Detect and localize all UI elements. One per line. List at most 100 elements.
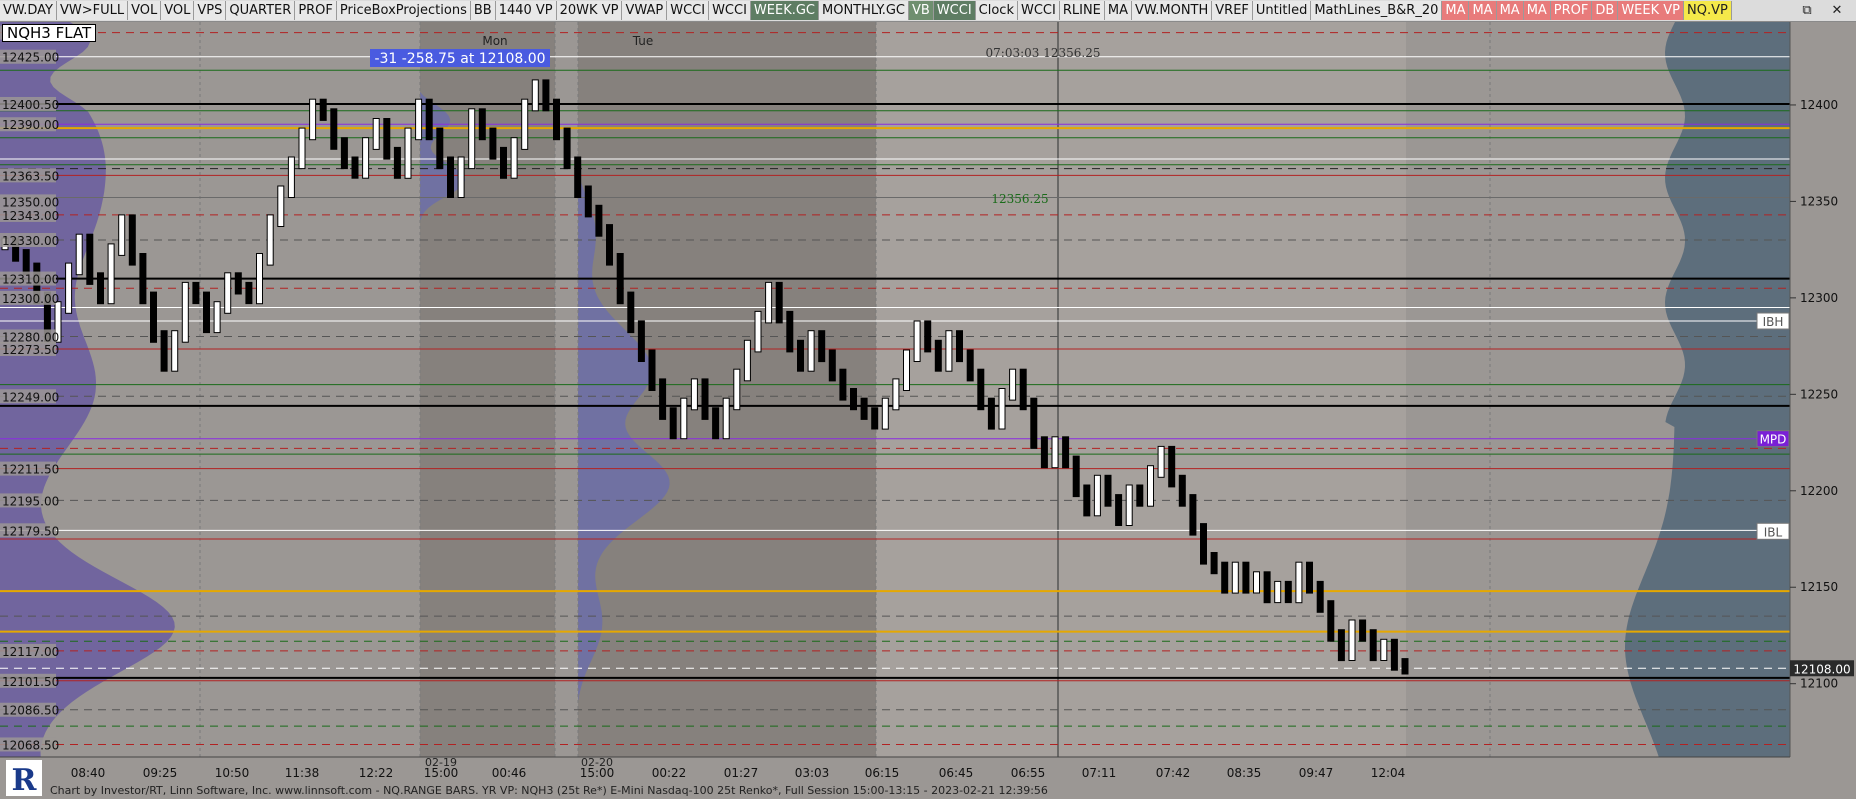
- time-axis-label: 08:35: [1227, 766, 1262, 780]
- session-header: Tue: [632, 34, 654, 48]
- toolbar-button-wcci[interactable]: WCCI: [1017, 1, 1060, 20]
- mid-annotation: 12356.25: [991, 192, 1048, 206]
- price-bar: [712, 407, 720, 440]
- price-bar: [934, 339, 942, 372]
- price-bar: [563, 127, 571, 170]
- time-axis-label: 08:40: [71, 766, 106, 780]
- toolbar-button-20wk-vp[interactable]: 20WK VP: [556, 1, 623, 20]
- toolbar-button-week-gc[interactable]: WEEK.GC: [750, 1, 819, 20]
- price-bar: [309, 98, 317, 141]
- toolbar-button-vps[interactable]: VPS: [194, 1, 227, 20]
- toolbar-button-prof[interactable]: PROF: [1550, 1, 1593, 20]
- toolbar-button-vref[interactable]: VREF: [1212, 1, 1253, 20]
- price-bar: [107, 243, 115, 305]
- price-bar: [998, 388, 1006, 430]
- left-price-label: 12249.00: [2, 390, 59, 404]
- price-bar: [1200, 523, 1207, 565]
- toolbar-button-vb[interactable]: VB: [909, 1, 934, 20]
- toolbar-button-vw-month[interactable]: VW.MONTH: [1132, 1, 1213, 20]
- investor-rt-logo-icon: R: [6, 760, 42, 796]
- toolbar-button-vol[interactable]: VOL: [128, 1, 162, 20]
- price-bar: [1401, 658, 1409, 675]
- price-bar: [606, 224, 613, 266]
- toolbar-button-ma[interactable]: MA: [1469, 1, 1497, 20]
- price-bar: [1136, 484, 1144, 507]
- right-tag-label: IBH: [1763, 315, 1784, 329]
- price-bar: [1083, 484, 1091, 517]
- toolbar-button-vwap[interactable]: VWAP: [622, 1, 668, 20]
- toolbar-button-bb[interactable]: BB: [470, 1, 496, 20]
- toolbar-button-week-vp[interactable]: WEEK VP: [1618, 1, 1684, 20]
- price-bar: [553, 98, 560, 141]
- toolbar-button-priceboxprojections[interactable]: PriceBoxProjections: [336, 1, 471, 20]
- toolbar-button-clock[interactable]: Clock: [975, 1, 1018, 20]
- time-axis-label: 01:27: [724, 766, 759, 780]
- price-bar: [1189, 494, 1197, 536]
- left-price-label: 12179.50: [2, 524, 59, 538]
- price-bar: [839, 368, 847, 401]
- price-bar: [86, 233, 94, 285]
- price-bar: [945, 330, 953, 372]
- price-bar: [277, 185, 285, 227]
- price-bar: [266, 214, 274, 266]
- toolbar-button-untitled[interactable]: Untitled: [1252, 1, 1312, 20]
- toolbar-button-vw-day[interactable]: VW.DAY: [0, 1, 57, 20]
- left-price-label: 12363.50: [2, 169, 59, 183]
- info-box-text: -31 -258.75 at 12108.00: [374, 51, 545, 67]
- toolbar-button-vw-full[interactable]: VW>FULL: [57, 1, 129, 20]
- toolbar-button-wcci[interactable]: WCCI: [667, 1, 710, 20]
- toolbar-button-quarter[interactable]: QUARTER: [226, 1, 296, 20]
- price-bar: [65, 262, 73, 314]
- price-bar: [150, 291, 157, 343]
- price-bar: [383, 118, 391, 160]
- symbol-label: NQH3 FLAT: [2, 24, 97, 42]
- price-bar: [871, 407, 879, 430]
- toolbar-button-1440-vp[interactable]: 1440 VP: [495, 1, 557, 20]
- time-axis-label: 00:22: [652, 766, 687, 780]
- left-price-label: 12101.50: [2, 675, 59, 689]
- price-bar: [1380, 638, 1388, 661]
- time-axis-label: 12:22: [359, 766, 394, 780]
- close-window-icon[interactable]: ✕: [1826, 0, 1848, 21]
- toolbar-button-ma[interactable]: MA: [1104, 1, 1132, 20]
- price-bar: [425, 98, 433, 141]
- left-price-label: 12273.50: [2, 343, 59, 357]
- toolbar-button-ma[interactable]: MA: [1496, 1, 1524, 20]
- toolbar-button-rline[interactable]: RLINE: [1059, 1, 1105, 20]
- price-bar: [913, 320, 921, 362]
- price-bar: [1115, 494, 1123, 527]
- chart-canvas[interactable]: 12400 12350 12300 12250 12200 12150 12100 IBH MP…: [0, 22, 1856, 799]
- price-bar: [860, 397, 868, 420]
- toolbar-button-prof[interactable]: PROF: [295, 1, 337, 20]
- price-bar: [1327, 600, 1335, 642]
- price-bar: [298, 127, 306, 170]
- restore-window-icon[interactable]: ⧉: [1796, 0, 1818, 21]
- session-shade-current: [876, 22, 1406, 757]
- price-bar: [659, 378, 667, 420]
- price-bar: [1231, 561, 1239, 594]
- price-bar: [139, 253, 147, 305]
- toolbar-button-wcci[interactable]: WCCI: [933, 1, 976, 20]
- price-bar: [1390, 638, 1398, 671]
- right-tag-label: IBL: [1764, 525, 1783, 539]
- price-bar: [1104, 474, 1112, 507]
- price-bar: [701, 378, 709, 420]
- price-bar: [171, 330, 179, 372]
- price-bar: [181, 281, 189, 343]
- time-axis-label: 00:46: [492, 766, 527, 780]
- toolbar-button-ma[interactable]: MA: [1442, 1, 1470, 20]
- toolbar-button-monthly-gc[interactable]: MONTHLY.GC: [819, 1, 909, 20]
- toolbar-button-mathlines-b-r-20[interactable]: MathLines_B&R_20: [1311, 1, 1443, 20]
- price-bar: [616, 253, 624, 305]
- price-bar: [1359, 619, 1367, 642]
- toolbar-button-vol[interactable]: VOL: [161, 1, 195, 20]
- toolbar-button-wcci[interactable]: WCCI: [709, 1, 751, 20]
- toolbar-button-nq-vp[interactable]: NQ.VP: [1684, 1, 1732, 20]
- toolbar-button-ma[interactable]: MA: [1523, 1, 1551, 20]
- price-bar: [1168, 445, 1176, 488]
- price-bar: [1274, 580, 1282, 604]
- price-bar: [203, 291, 210, 334]
- toolbar-button-db[interactable]: DB: [1592, 1, 1619, 20]
- price-bar: [669, 407, 677, 440]
- price-bar: [775, 281, 783, 324]
